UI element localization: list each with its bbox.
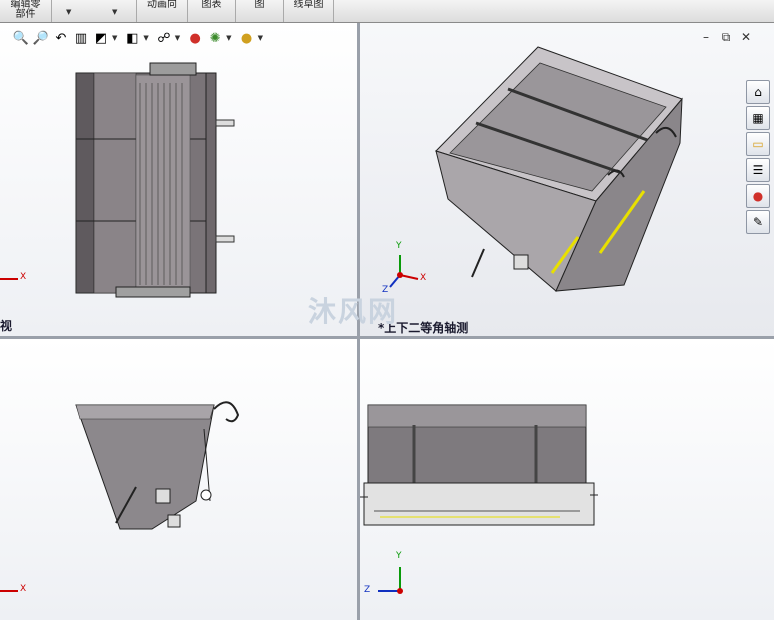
previous-view-icon[interactable]: ↶ xyxy=(52,29,70,47)
zoom-to-fit-icon[interactable]: 🔍 xyxy=(12,29,30,47)
front-view-model xyxy=(360,404,598,594)
custom-properties-icon[interactable]: ✎ xyxy=(746,210,770,234)
animation-wizard-button[interactable]: 动画向 xyxy=(136,0,188,22)
close-icon[interactable]: ✕ xyxy=(738,30,754,44)
y-axis-label: Y xyxy=(396,551,402,561)
drawing-label: 图 xyxy=(254,0,265,10)
z-axis-label: Z xyxy=(364,585,371,595)
x-axis-label: X xyxy=(20,272,27,282)
charts-label: 图表 xyxy=(201,0,222,10)
zoom-area-icon[interactable]: 🔎 xyxy=(32,29,50,47)
chevron-down-icon[interactable]: ▼ xyxy=(226,34,231,42)
side-view-model xyxy=(0,401,240,592)
task-pane-tabs: ⌂ ▦ ▭ ☰ ● ✎ xyxy=(744,80,772,236)
appearances-icon[interactable]: ● xyxy=(746,184,770,208)
chevron-down-icon[interactable]: ▼ xyxy=(112,34,117,42)
home-icon[interactable]: ⌂ xyxy=(746,80,770,104)
view-settings-icon[interactable]: ● xyxy=(238,29,256,47)
line-sketch-button[interactable]: 线草图 xyxy=(284,0,334,22)
watermark-text: 沐风网 xyxy=(308,295,399,328)
x-axis-label: X xyxy=(20,584,27,594)
heads-up-view-toolbar: 🔍 🔎 ↶ ▥ ◩ ▼ ◧ ▼ ☍ ▼ ● ✺ ▼ ● ▼ xyxy=(12,28,267,48)
drawing-button[interactable]: 图 xyxy=(236,0,284,22)
viewport-bottom-left[interactable]: X xyxy=(0,339,357,620)
animation-wizard-label: 动画向 xyxy=(147,0,177,10)
section-view-icon[interactable]: ▥ xyxy=(72,29,90,47)
view-label-top: 视 xyxy=(0,319,13,333)
viewport-top-left[interactable]: X 视 xyxy=(0,23,357,336)
line-sketch-label: 线草图 xyxy=(293,0,324,10)
display-style-icon[interactable]: ◧ xyxy=(123,29,141,47)
charts-button[interactable]: 图表 xyxy=(188,0,236,22)
command-manager-toolbar: 编辑零 部件 ▼ ▼ 动画向 图表 图 线草图 xyxy=(0,0,774,23)
chevron-down-icon[interactable]: ▼ xyxy=(112,8,117,16)
minimize-icon[interactable]: – xyxy=(698,30,714,44)
chevron-down-icon[interactable]: ▼ xyxy=(143,34,148,42)
edit-component-label: 编辑零 部件 xyxy=(10,0,41,20)
restore-icon[interactable]: ⧉ xyxy=(718,30,734,45)
chevron-down-icon[interactable]: ▼ xyxy=(66,8,71,16)
design-library-icon[interactable]: ▦ xyxy=(746,106,770,130)
watermark: 沐风网 xyxy=(308,290,398,330)
edit-component-button[interactable]: 编辑零 部件 xyxy=(0,0,52,22)
top-view-model xyxy=(0,62,235,298)
chevron-down-icon[interactable]: ▼ xyxy=(258,34,263,42)
view-palette-icon[interactable]: ☰ xyxy=(746,158,770,182)
apply-scene-icon[interactable]: ✺ xyxy=(206,29,224,47)
viewport-splitter-horizontal[interactable] xyxy=(0,336,774,339)
y-axis-label: Y xyxy=(396,241,402,251)
viewport-top-right[interactable]: Y X Z *上下二等角轴测 xyxy=(360,23,774,336)
isometric-view-model xyxy=(389,46,683,292)
x-axis-label: X xyxy=(420,273,427,283)
hide-show-icon[interactable]: ☍ xyxy=(155,29,173,47)
edit-appearance-icon[interactable]: ● xyxy=(186,29,204,47)
view-orientation-icon[interactable]: ◩ xyxy=(92,29,110,47)
chevron-down-icon[interactable]: ▼ xyxy=(175,34,180,42)
viewport-bottom-right[interactable]: Y Z xyxy=(360,339,774,620)
file-explorer-icon[interactable]: ▭ xyxy=(746,132,770,156)
